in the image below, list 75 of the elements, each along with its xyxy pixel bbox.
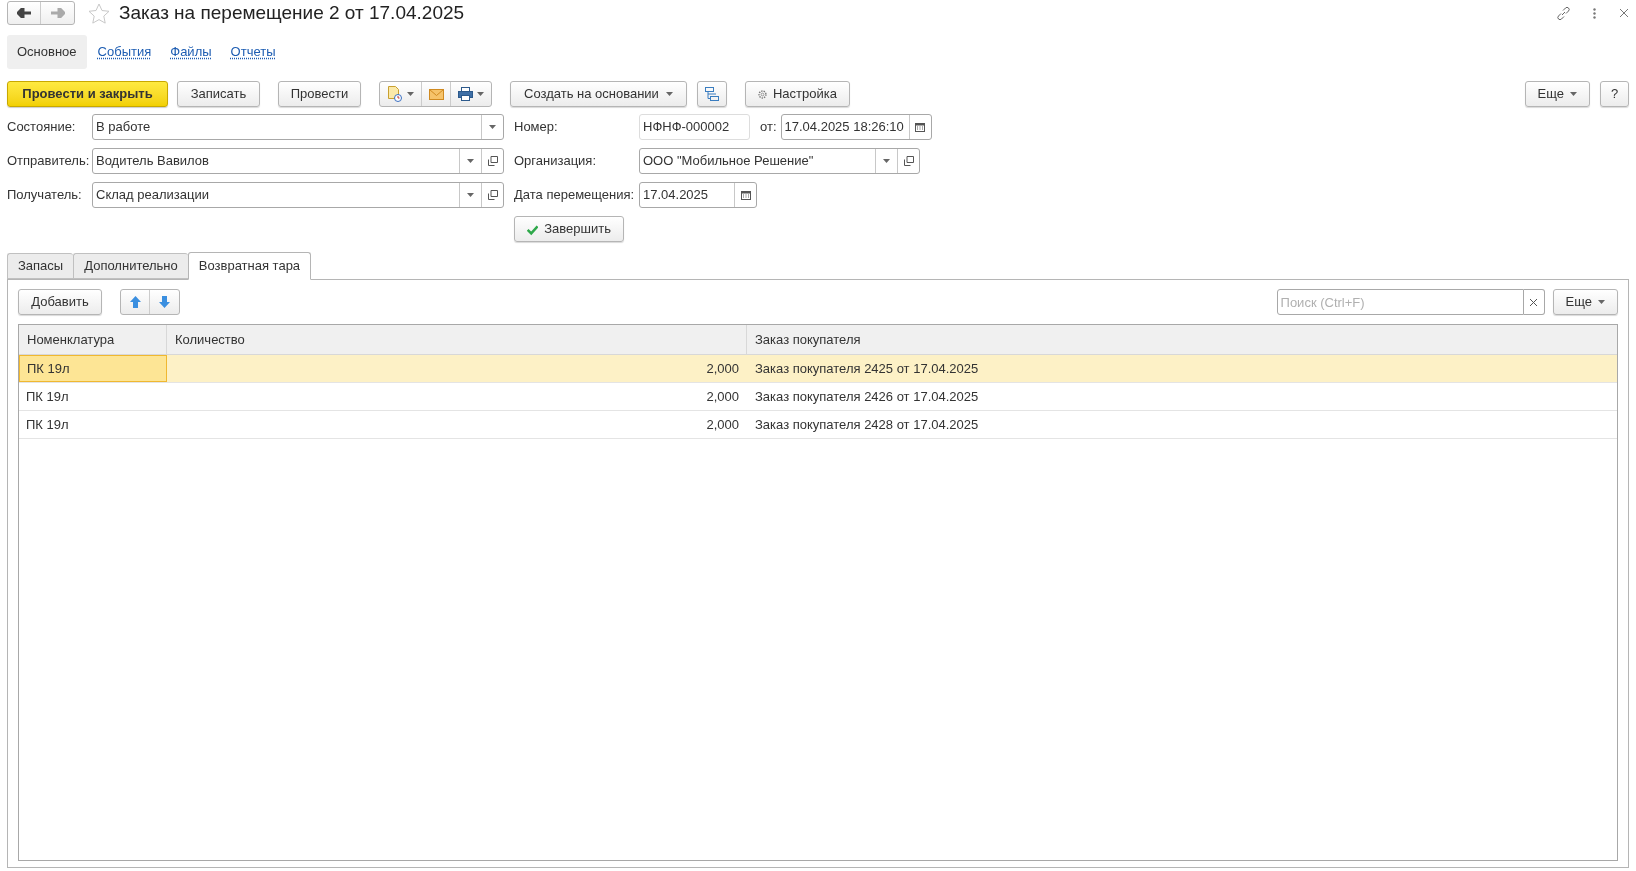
window-title: Заказ на перемещение 2 от 17.04.2025	[119, 0, 465, 25]
table-cell-text: 2,000	[705, 415, 740, 434]
field-label: Дата перемещения:	[514, 186, 636, 205]
calendar-icon	[915, 122, 925, 132]
save-button[interactable]: Записать	[177, 81, 260, 107]
envelope-icon	[428, 88, 444, 100]
open-window-icon	[903, 156, 914, 166]
table-cell-text: Заказ покупателя 2425 от 17.04.2025	[754, 359, 980, 378]
nav-tab[interactable]: События	[89, 35, 160, 69]
field-label: Номер:	[514, 118, 559, 137]
table-cell-text: 2,000	[705, 359, 740, 378]
star-icon[interactable]	[88, 2, 110, 24]
table-cell-text: 2,000	[705, 387, 740, 406]
field-label: Организация:	[514, 152, 598, 171]
search-field[interactable]: Поиск (Ctrl+F)	[1276, 289, 1524, 315]
caret-icon	[467, 193, 474, 197]
input-field[interactable]: Водитель Вавилов	[92, 148, 504, 174]
field-label: Получатель:	[7, 186, 83, 205]
more-button[interactable]: Еще	[1552, 289, 1618, 315]
input-field[interactable]: 17.04.2025	[639, 182, 757, 208]
table-cell-text: Заказ покупателя 2426 от 17.04.2025	[754, 387, 980, 406]
tab[interactable]: Возвратная тара	[187, 252, 312, 280]
post-and-close-button[interactable]: Провести и закрыть	[7, 81, 168, 107]
help-button[interactable]: ?	[1600, 81, 1629, 107]
hierarchy-icon	[703, 86, 720, 102]
complete-button[interactable]: Завершить	[514, 216, 624, 242]
table-cell: ПК 19л	[19, 355, 167, 382]
caret-icon	[883, 159, 890, 163]
tab[interactable]: Дополнительно	[73, 253, 188, 279]
tab[interactable]: Запасы	[7, 253, 74, 279]
nav-tab[interactable]: Основное	[7, 35, 87, 69]
column-header[interactable]: Номенклатура	[19, 325, 167, 354]
field-label: Отправитель:	[7, 152, 91, 171]
clear-button[interactable]	[1523, 289, 1545, 315]
structure-button[interactable]	[696, 81, 727, 107]
nav-tab[interactable]: Файлы	[162, 35, 220, 69]
column-header[interactable]: Количество	[167, 325, 747, 354]
nav-tab[interactable]: Отчеты	[222, 35, 284, 69]
field-label: от:	[760, 118, 777, 137]
open-window-icon	[487, 156, 498, 166]
link-icon[interactable]	[1556, 5, 1571, 21]
printer-icon	[458, 87, 473, 101]
arrow-down-icon	[159, 296, 170, 308]
input-field[interactable]: НФНФ-000002	[639, 114, 750, 140]
close-icon[interactable]	[1620, 9, 1628, 17]
table-cell-text: Заказ покупателя 2428 от 17.04.2025	[754, 415, 980, 434]
field-label: Состояние:	[7, 118, 77, 137]
arrow-up-icon	[129, 296, 141, 308]
input-field[interactable]: В работе	[92, 114, 504, 140]
clear-icon	[1530, 298, 1538, 306]
caret-icon	[1598, 300, 1605, 304]
caret-icon	[467, 159, 474, 163]
more-vertical-icon[interactable]	[1593, 7, 1596, 19]
post-button[interactable]: Провести	[278, 81, 361, 107]
caret-icon	[489, 125, 496, 129]
arrow-right-icon	[50, 8, 65, 18]
document-clock-icon	[387, 86, 403, 102]
create-based-on-button[interactable]: Создать на основании	[510, 81, 687, 107]
settings-button[interactable]: Настройка	[744, 81, 850, 107]
caret-icon	[665, 92, 673, 96]
arrow-left-icon	[17, 8, 31, 18]
table-cell-text: ПК 19л	[25, 415, 70, 434]
caret-icon	[477, 92, 484, 96]
table-cell-text: ПК 19л	[25, 387, 70, 406]
open-window-icon	[487, 190, 498, 200]
input-field[interactable]: 17.04.2025 18:26:10	[780, 114, 932, 140]
caret-icon	[1570, 92, 1577, 96]
input-field[interactable]: ООО "Мобильное Решение"	[639, 148, 920, 174]
add-button[interactable]: Добавить	[18, 289, 102, 315]
gear-icon	[757, 87, 767, 101]
input-field[interactable]: Склад реализации	[92, 182, 504, 208]
caret-icon	[407, 92, 414, 96]
column-header[interactable]: Заказ покупателя	[747, 325, 1617, 354]
calendar-icon	[740, 190, 751, 200]
more-button[interactable]: Еще	[1524, 81, 1590, 107]
